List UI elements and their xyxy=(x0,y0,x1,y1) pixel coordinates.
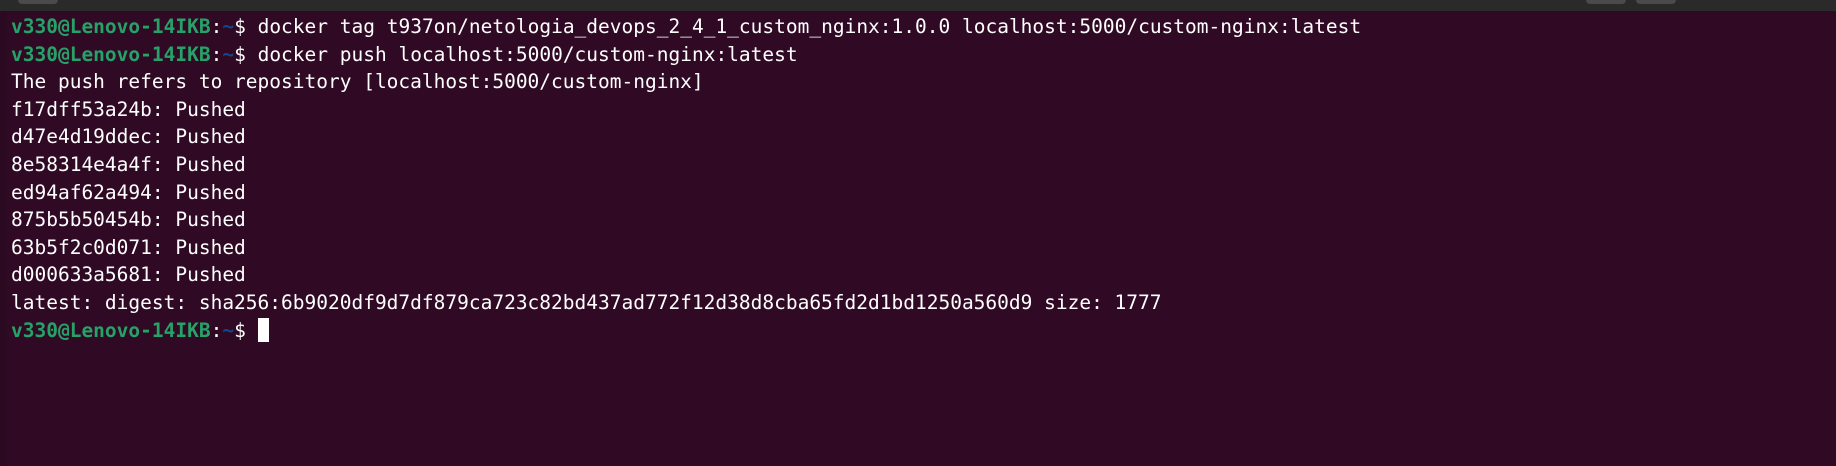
prompt-path: ~ xyxy=(222,318,235,342)
output-text: 8e58314e4a4f: Pushed xyxy=(11,152,246,176)
prompt-user-host: v330@Lenovo-14IKB xyxy=(11,42,211,66)
output-line: 875b5b50454b: Pushed xyxy=(11,206,1361,234)
prompt-path: ~ xyxy=(222,42,235,66)
prompt-line: v330@Lenovo-14IKB:~$ docker tag t937on/n… xyxy=(11,13,1361,41)
terminal-window[interactable]: v330@Lenovo-14IKB:~$ docker tag t937on/n… xyxy=(0,0,1836,466)
output-line: 63b5f2c0d071: Pushed xyxy=(11,234,1361,262)
output-text: f17dff53a24b: Pushed xyxy=(11,97,246,121)
tab-edge-left xyxy=(18,0,58,4)
prompt-symbol: $ xyxy=(234,15,258,38)
output-line: latest: digest: sha256:6b9020df9d7df879c… xyxy=(11,289,1361,317)
text-cursor[interactable] xyxy=(257,317,269,342)
output-line: f17dff53a24b: Pushed xyxy=(11,96,1361,124)
prompt-separator: : xyxy=(210,42,223,66)
output-line: The push refers to repository [localhost… xyxy=(11,68,1361,96)
output-line: d000633a5681: Pushed xyxy=(11,261,1361,289)
prompt-path: ~ xyxy=(222,15,235,38)
window-top-edge xyxy=(0,0,1836,11)
window-button-edge[interactable] xyxy=(1586,0,1626,4)
command-text: docker push localhost:5000/custom-nginx:… xyxy=(257,42,798,66)
prompt-symbol: $ xyxy=(234,42,258,66)
prompt-line: v330@Lenovo-14IKB:~$ docker push localho… xyxy=(11,41,1361,69)
output-text: latest: digest: sha256:6b9020df9d7df879c… xyxy=(11,290,1162,314)
prompt-line: v330@Lenovo-14IKB:~$ xyxy=(11,317,1361,345)
output-line: ed94af62a494: Pushed xyxy=(11,179,1361,207)
terminal-output[interactable]: v330@Lenovo-14IKB:~$ docker tag t937on/n… xyxy=(11,13,1361,344)
terminal-left-border xyxy=(0,11,7,466)
prompt-separator: : xyxy=(210,318,223,342)
prompt-separator: : xyxy=(210,15,223,38)
output-line: 8e58314e4a4f: Pushed xyxy=(11,151,1361,179)
window-button-edge[interactable] xyxy=(1636,0,1676,4)
prompt-symbol: $ xyxy=(234,318,258,342)
prompt-user-host: v330@Lenovo-14IKB xyxy=(11,318,211,342)
output-text: ed94af62a494: Pushed xyxy=(11,180,246,204)
output-text: d000633a5681: Pushed xyxy=(11,263,246,287)
output-text: 63b5f2c0d071: Pushed xyxy=(11,235,246,259)
output-line: d47e4d19ddec: Pushed xyxy=(11,123,1361,151)
output-text: The push refers to repository [localhost… xyxy=(11,70,704,94)
output-text: d47e4d19ddec: Pushed xyxy=(11,125,246,149)
prompt-user-host: v330@Lenovo-14IKB xyxy=(11,15,211,38)
command-text: docker tag t937on/netologia_devops_2_4_1… xyxy=(257,15,1362,38)
output-text: 875b5b50454b: Pushed xyxy=(11,208,246,232)
